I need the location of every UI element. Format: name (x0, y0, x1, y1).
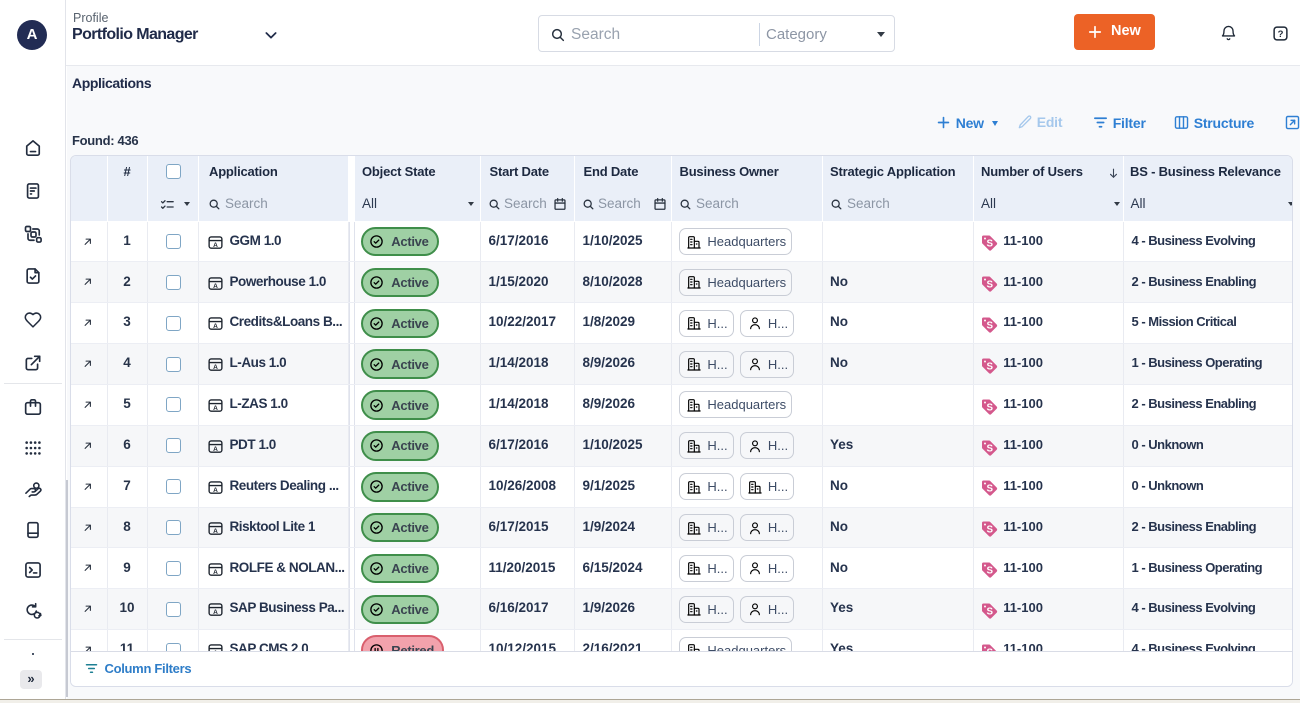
svg-text:A: A (213, 609, 218, 616)
svg-text:A: A (213, 282, 218, 289)
svg-text:S: S (986, 361, 993, 372)
svg-text:A: A (213, 446, 218, 453)
svg-text:S: S (986, 525, 993, 536)
svg-text:S: S (986, 280, 993, 291)
svg-text:A: A (213, 487, 218, 494)
svg-text:A: A (213, 323, 218, 330)
svg-text:S: S (986, 320, 993, 331)
svg-text:A: A (213, 568, 218, 575)
svg-text:S: S (986, 566, 993, 577)
svg-text:S: S (986, 484, 993, 495)
svg-text:S: S (986, 239, 993, 250)
svg-text:S: S (986, 443, 993, 454)
svg-text:S: S (986, 402, 993, 413)
svg-text:A: A (213, 364, 218, 371)
svg-text:A: A (213, 241, 218, 248)
svg-text:?: ? (1278, 29, 1284, 40)
svg-text:A: A (213, 405, 218, 412)
svg-text:A: A (213, 527, 218, 534)
svg-text:S: S (986, 606, 993, 617)
